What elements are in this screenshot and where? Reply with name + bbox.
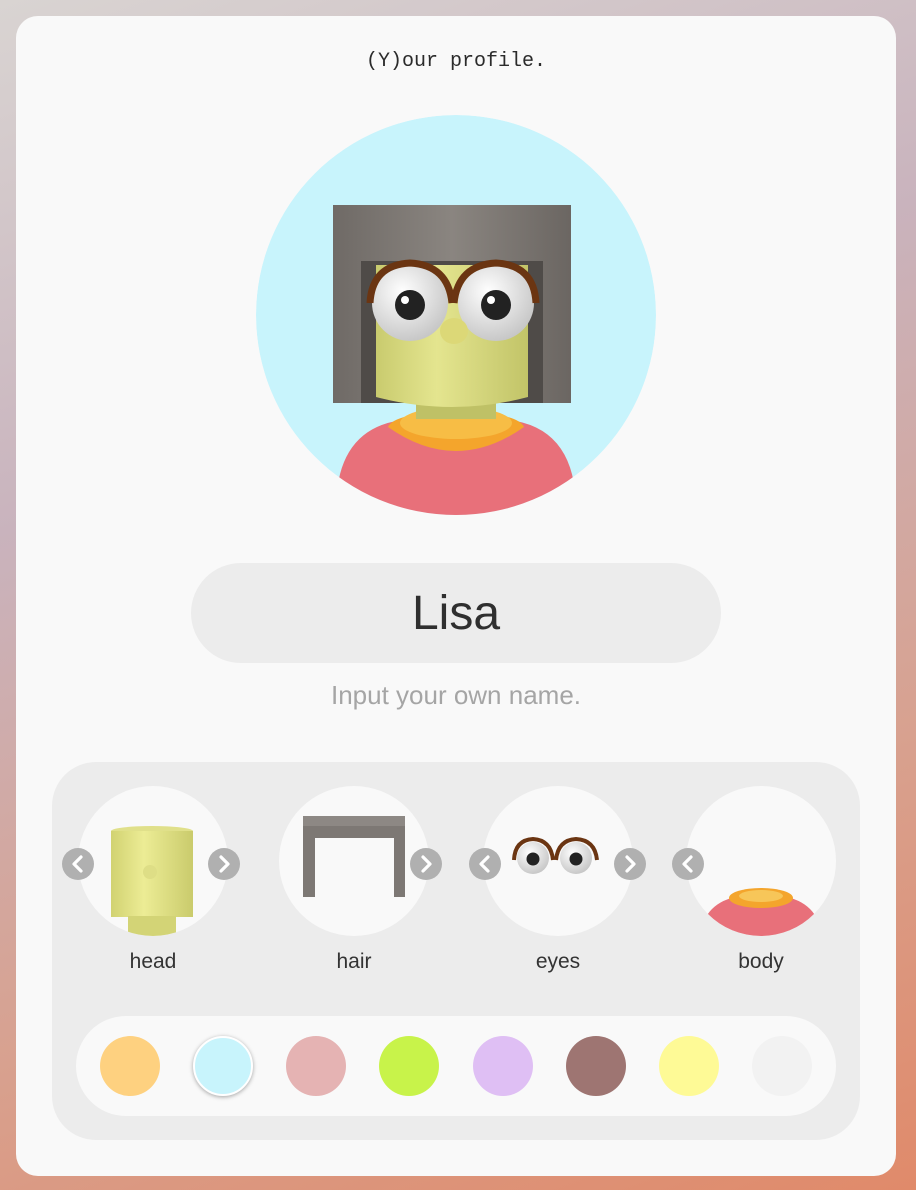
color-swatch-white[interactable] (752, 1036, 812, 1096)
color-swatch-orange[interactable] (100, 1036, 160, 1096)
chevron-right-icon (421, 855, 432, 873)
chevron-left-icon (682, 855, 693, 873)
chevron-left-icon (72, 855, 83, 873)
avatar-preview (256, 115, 656, 515)
body-prev-button[interactable] (672, 848, 704, 880)
part-head: head (78, 786, 228, 974)
color-swatch-pink[interactable] (286, 1036, 346, 1096)
color-swatch-yellow[interactable] (659, 1036, 719, 1096)
part-eyes: eyes (483, 786, 633, 974)
part-label-body: body (738, 950, 784, 973)
part-label-hair: hair (336, 950, 372, 973)
name-input[interactable] (191, 563, 721, 663)
color-swatch-light-blue[interactable] (193, 1036, 253, 1096)
head-preview (78, 786, 228, 936)
customization-panel: head hair eyes body (52, 762, 860, 1140)
avatar-nose (440, 318, 468, 344)
color-swatch-lime[interactable] (379, 1036, 439, 1096)
chevron-right-icon (625, 855, 636, 873)
head-prev-button[interactable] (62, 848, 94, 880)
part-body: body (686, 786, 836, 974)
chevron-left-icon (479, 855, 490, 873)
part-label-eyes: eyes (535, 950, 581, 973)
eyes-prev-button[interactable] (469, 848, 501, 880)
color-picker (76, 1016, 836, 1116)
color-swatch-brown[interactable] (566, 1036, 626, 1096)
hair-next-button[interactable] (410, 848, 442, 880)
profile-card: (Y)our profile. Lisa Input your own name… (16, 16, 896, 1176)
eyes-preview (483, 786, 633, 936)
body-preview (686, 786, 836, 936)
chevron-right-icon (219, 855, 230, 873)
name-hint: Input your own name. (330, 680, 582, 710)
eyes-next-button[interactable] (614, 848, 646, 880)
part-label-head: head (129, 950, 177, 973)
page-title: (Y)our profile. (365, 50, 547, 73)
part-hair: hair (279, 786, 429, 974)
head-next-button[interactable] (208, 848, 240, 880)
hair-preview (279, 786, 429, 936)
color-swatch-lavender[interactable] (473, 1036, 533, 1096)
